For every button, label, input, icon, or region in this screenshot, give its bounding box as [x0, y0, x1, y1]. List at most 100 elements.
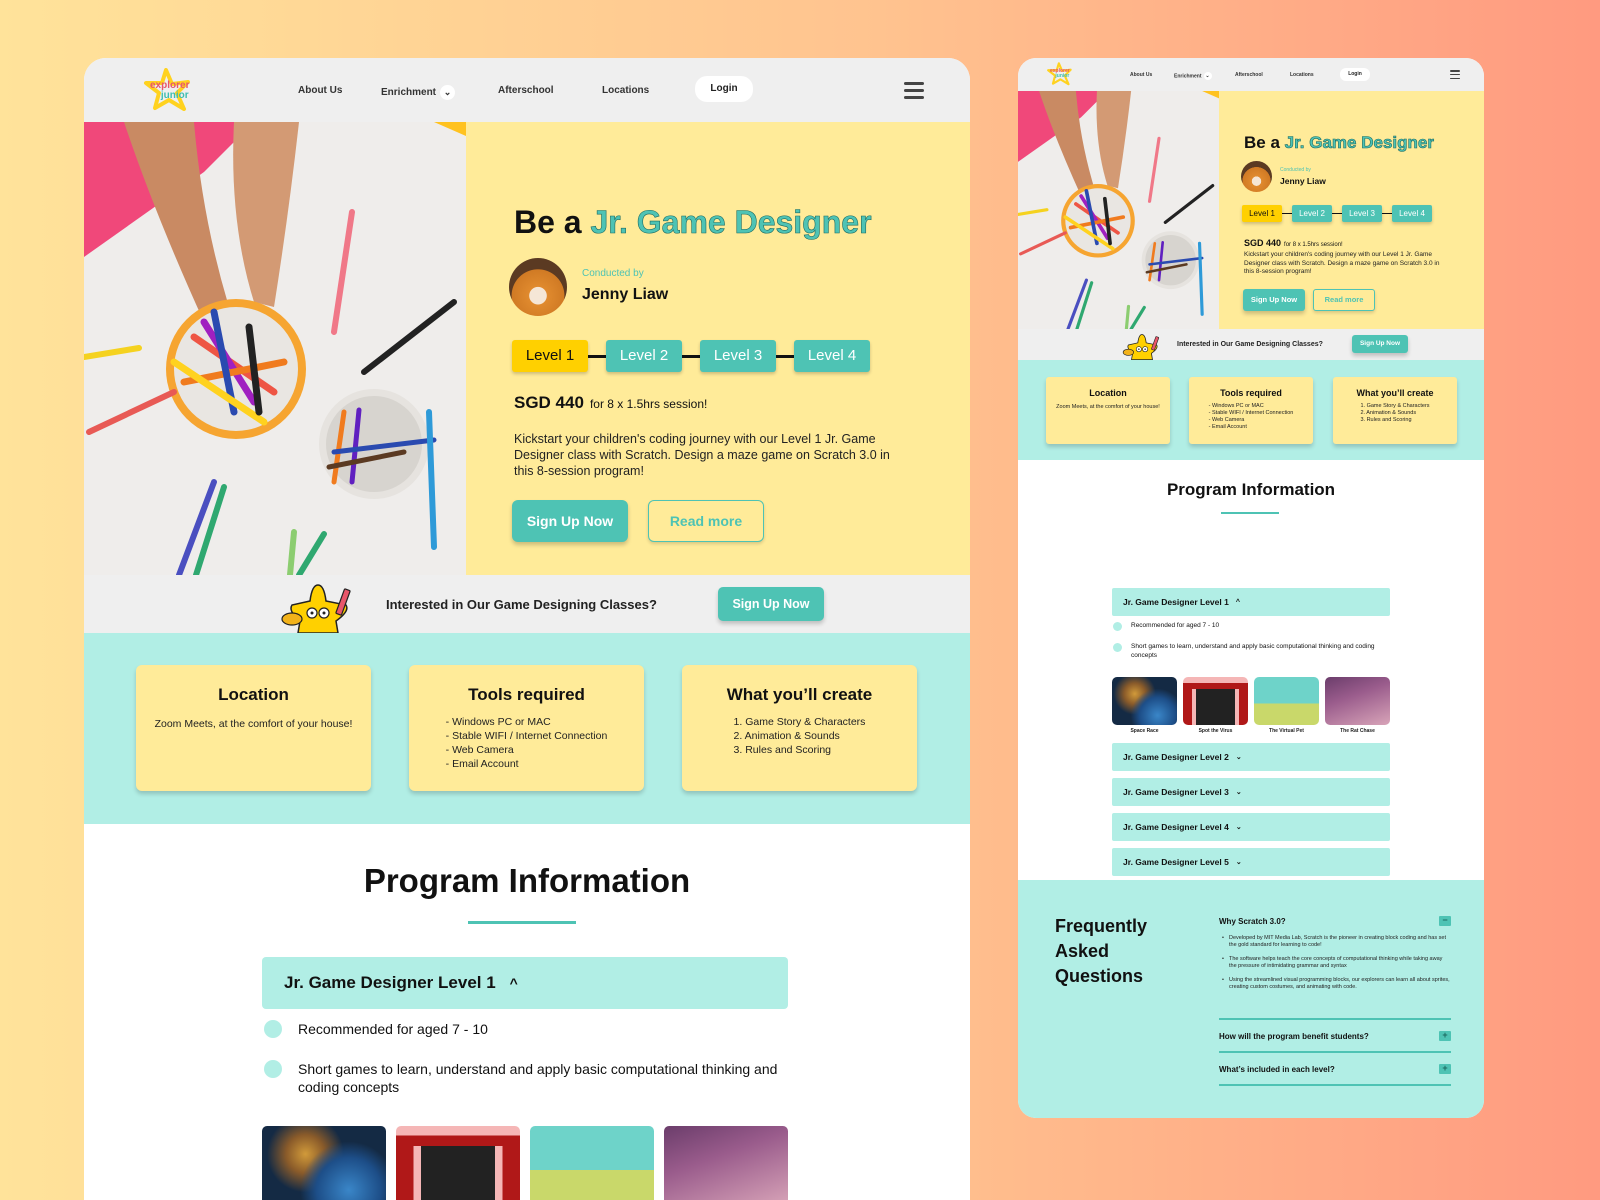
bullet-dot-icon [264, 1020, 282, 1038]
expand-plus-icon[interactable]: + [1439, 1031, 1451, 1041]
level-2-button[interactable]: Level 2 [606, 340, 682, 372]
conducted-by-label: Conducted by [582, 268, 644, 279]
chevron-down-icon[interactable]: ⌄ [1203, 72, 1212, 80]
accordion-level-1[interactable]: Jr. Game Designer Level 1 ^ [1112, 588, 1390, 616]
navbar: explorer junior About Us Enrichment ⌄ Afte… [84, 58, 970, 122]
hero-photo-illustration [1018, 91, 1219, 329]
game-caption: The Virtual Pet [1269, 728, 1304, 734]
list-item: - Windows PC or MAC [1208, 403, 1264, 409]
read-more-button[interactable]: Read more [1313, 289, 1375, 311]
bullet-dot-icon [264, 1060, 282, 1078]
teacher-name: Jenny Liaw [582, 286, 669, 303]
hamburger-menu-icon[interactable] [904, 82, 924, 99]
game-card[interactable]: Spot the Virus [1183, 677, 1248, 734]
faq-item[interactable]: How will the program benefit students? + [1219, 1031, 1451, 1041]
level-4-button[interactable]: Level 4 [1392, 205, 1432, 222]
read-more-button[interactable]: Read more [648, 500, 764, 542]
accordion-level-1[interactable]: Jr. Game Designer Level 1 ^ [262, 957, 788, 1009]
collapse-minus-icon[interactable]: − [1439, 916, 1451, 926]
hamburger-menu-icon[interactable] [1450, 70, 1460, 79]
nav-enrichment[interactable]: Enrichment ⌄ [1174, 72, 1212, 80]
faq-section: Frequently Asked Questions Why Scratch 3.… [1018, 880, 1484, 1118]
game-card[interactable]: Space Race [1112, 677, 1177, 734]
bullet-dot-icon [1113, 622, 1122, 631]
game-card[interactable]: The Rat Chase [1325, 677, 1390, 734]
conducted-by-label: Conducted by [1280, 167, 1311, 173]
location-card: Location Zoom Meets, at the comfort of y… [136, 665, 371, 791]
game-card[interactable]: The Virtual Pet [1254, 677, 1319, 734]
price-note: for 8 x 1.5hrs session! [1284, 242, 1343, 248]
game-caption: Spot the Virus [1198, 728, 1233, 734]
nav-afterschool[interactable]: Afterschool [498, 85, 554, 96]
tools-card: Tools required - Windows PC or MAC - Sta… [409, 665, 644, 791]
nav-enrichment[interactable]: Enrichment ⌄ [381, 85, 456, 100]
faq-divider [1219, 1018, 1451, 1020]
level-3-button[interactable]: Level 3 [700, 340, 776, 372]
hero-description: Kickstart your children's coding journey… [1244, 251, 1440, 275]
accordion-level-3[interactable]: Jr. Game Designer Level 3 ⌄ [1112, 778, 1390, 806]
level-3-button[interactable]: Level 3 [1342, 205, 1382, 222]
explorer-junior-logo[interactable]: explorer junior [1046, 62, 1076, 86]
login-button[interactable]: Login [1340, 68, 1370, 81]
list-item: - Email Account [1208, 424, 1247, 430]
faq-divider [1219, 1084, 1451, 1086]
chevron-down-icon[interactable]: ⌄ [440, 85, 456, 100]
answer-bullet: Developed by MIT Media Lab, Scratch is t… [1222, 935, 1451, 949]
game-thumbnail-2[interactable] [396, 1126, 520, 1200]
game-thumbnail-3[interactable] [530, 1126, 654, 1200]
game-thumbnail-1[interactable] [262, 1126, 386, 1200]
list-item: 1. Game Story & Characters [733, 716, 866, 728]
hero-photo-kids-drawing [1018, 91, 1219, 329]
hero-title-prefix: Be a [514, 204, 582, 240]
nav-enrichment-label: Enrichment [1174, 73, 1202, 80]
explorer-junior-logo[interactable]: explorer junior [142, 68, 198, 112]
price-note: for 8 x 1.5hrs session! [589, 397, 708, 411]
list-item: Recommended for aged 7 - 10 [264, 1020, 784, 1038]
hero-title: Be a Jr. Game Designer [514, 204, 872, 241]
full-page-preview-mockup: explorer junior About Us Enrichment ⌄ Afte… [1018, 58, 1484, 1118]
game-thumbnail-1[interactable] [1112, 677, 1177, 725]
faq-item[interactable]: Why Scratch 3.0? − Developed by MIT Media … [1219, 916, 1451, 998]
level-connector [588, 354, 606, 358]
desktop-page-mockup: explorer junior About Us Enrichment ⌄ Afte… [84, 58, 970, 1200]
accordion-level-5[interactable]: Jr. Game Designer Level 5 ⌄ [1112, 848, 1390, 876]
answer-bullet: Using the streamlined visual programming… [1222, 977, 1451, 991]
accordion-label: Jr. Game Designer Level 1 [1123, 597, 1229, 607]
accordion-level-4[interactable]: Jr. Game Designer Level 4 ⌄ [1112, 813, 1390, 841]
faq-item[interactable]: What’s included in each level? + [1219, 1064, 1451, 1074]
chevron-down-icon: ⌄ [1235, 859, 1242, 866]
nav-locations[interactable]: Locations [602, 85, 649, 96]
level-1-button[interactable]: Level 1 [512, 340, 588, 372]
bullet-text: Short games to learn, understand and app… [298, 1061, 778, 1095]
level-1-button[interactable]: Level 1 [1242, 205, 1282, 222]
game-thumbnail-4[interactable] [664, 1126, 788, 1200]
hero-sign-up-button[interactable]: Sign Up Now [512, 500, 628, 542]
accordion-label: Jr. Game Designer Level 3 [1123, 787, 1229, 797]
level-2-button[interactable]: Level 2 [1292, 205, 1332, 222]
chevron-up-icon: ^ [1235, 598, 1240, 606]
game-thumbnail-4[interactable] [1325, 677, 1390, 725]
expand-plus-icon[interactable]: + [1439, 1064, 1451, 1074]
nav-about-us[interactable]: About Us [298, 85, 342, 96]
bullet-text: Recommended for aged 7 - 10 [1131, 622, 1220, 629]
login-button[interactable]: Login [695, 76, 753, 102]
nav-locations[interactable]: Locations [1290, 72, 1314, 78]
create-card: What you’ll create 1. Game Story & Chara… [1333, 377, 1457, 444]
hero-sign-up-button[interactable]: Sign Up Now [1243, 289, 1305, 311]
card-text: Zoom Meets, at the comfort of your house… [154, 718, 353, 730]
nav-afterschool[interactable]: Afterschool [1235, 72, 1263, 78]
game-thumbnail-2[interactable] [1183, 677, 1248, 725]
banner-sign-up-button[interactable]: Sign Up Now [1352, 335, 1408, 353]
accordion-level-2[interactable]: Jr. Game Designer Level 2 ⌄ [1112, 743, 1390, 771]
hero-photo-illustration [84, 122, 466, 575]
nav-about-us[interactable]: About Us [1130, 72, 1152, 78]
tools-list: - Windows PC or MAC - Stable WIFI / Inte… [1209, 403, 1294, 431]
level-4-button[interactable]: Level 4 [794, 340, 870, 372]
teacher-avatar [1241, 161, 1272, 192]
info-cards-section: Location Zoom Meets, at the comfort of y… [84, 633, 970, 824]
banner-text: Interested in Our Game Designing Classes… [386, 597, 657, 612]
chevron-down-icon: ⌄ [1235, 754, 1242, 761]
level-connector [682, 354, 700, 358]
banner-sign-up-button[interactable]: Sign Up Now [718, 587, 824, 621]
game-thumbnail-3[interactable] [1254, 677, 1319, 725]
